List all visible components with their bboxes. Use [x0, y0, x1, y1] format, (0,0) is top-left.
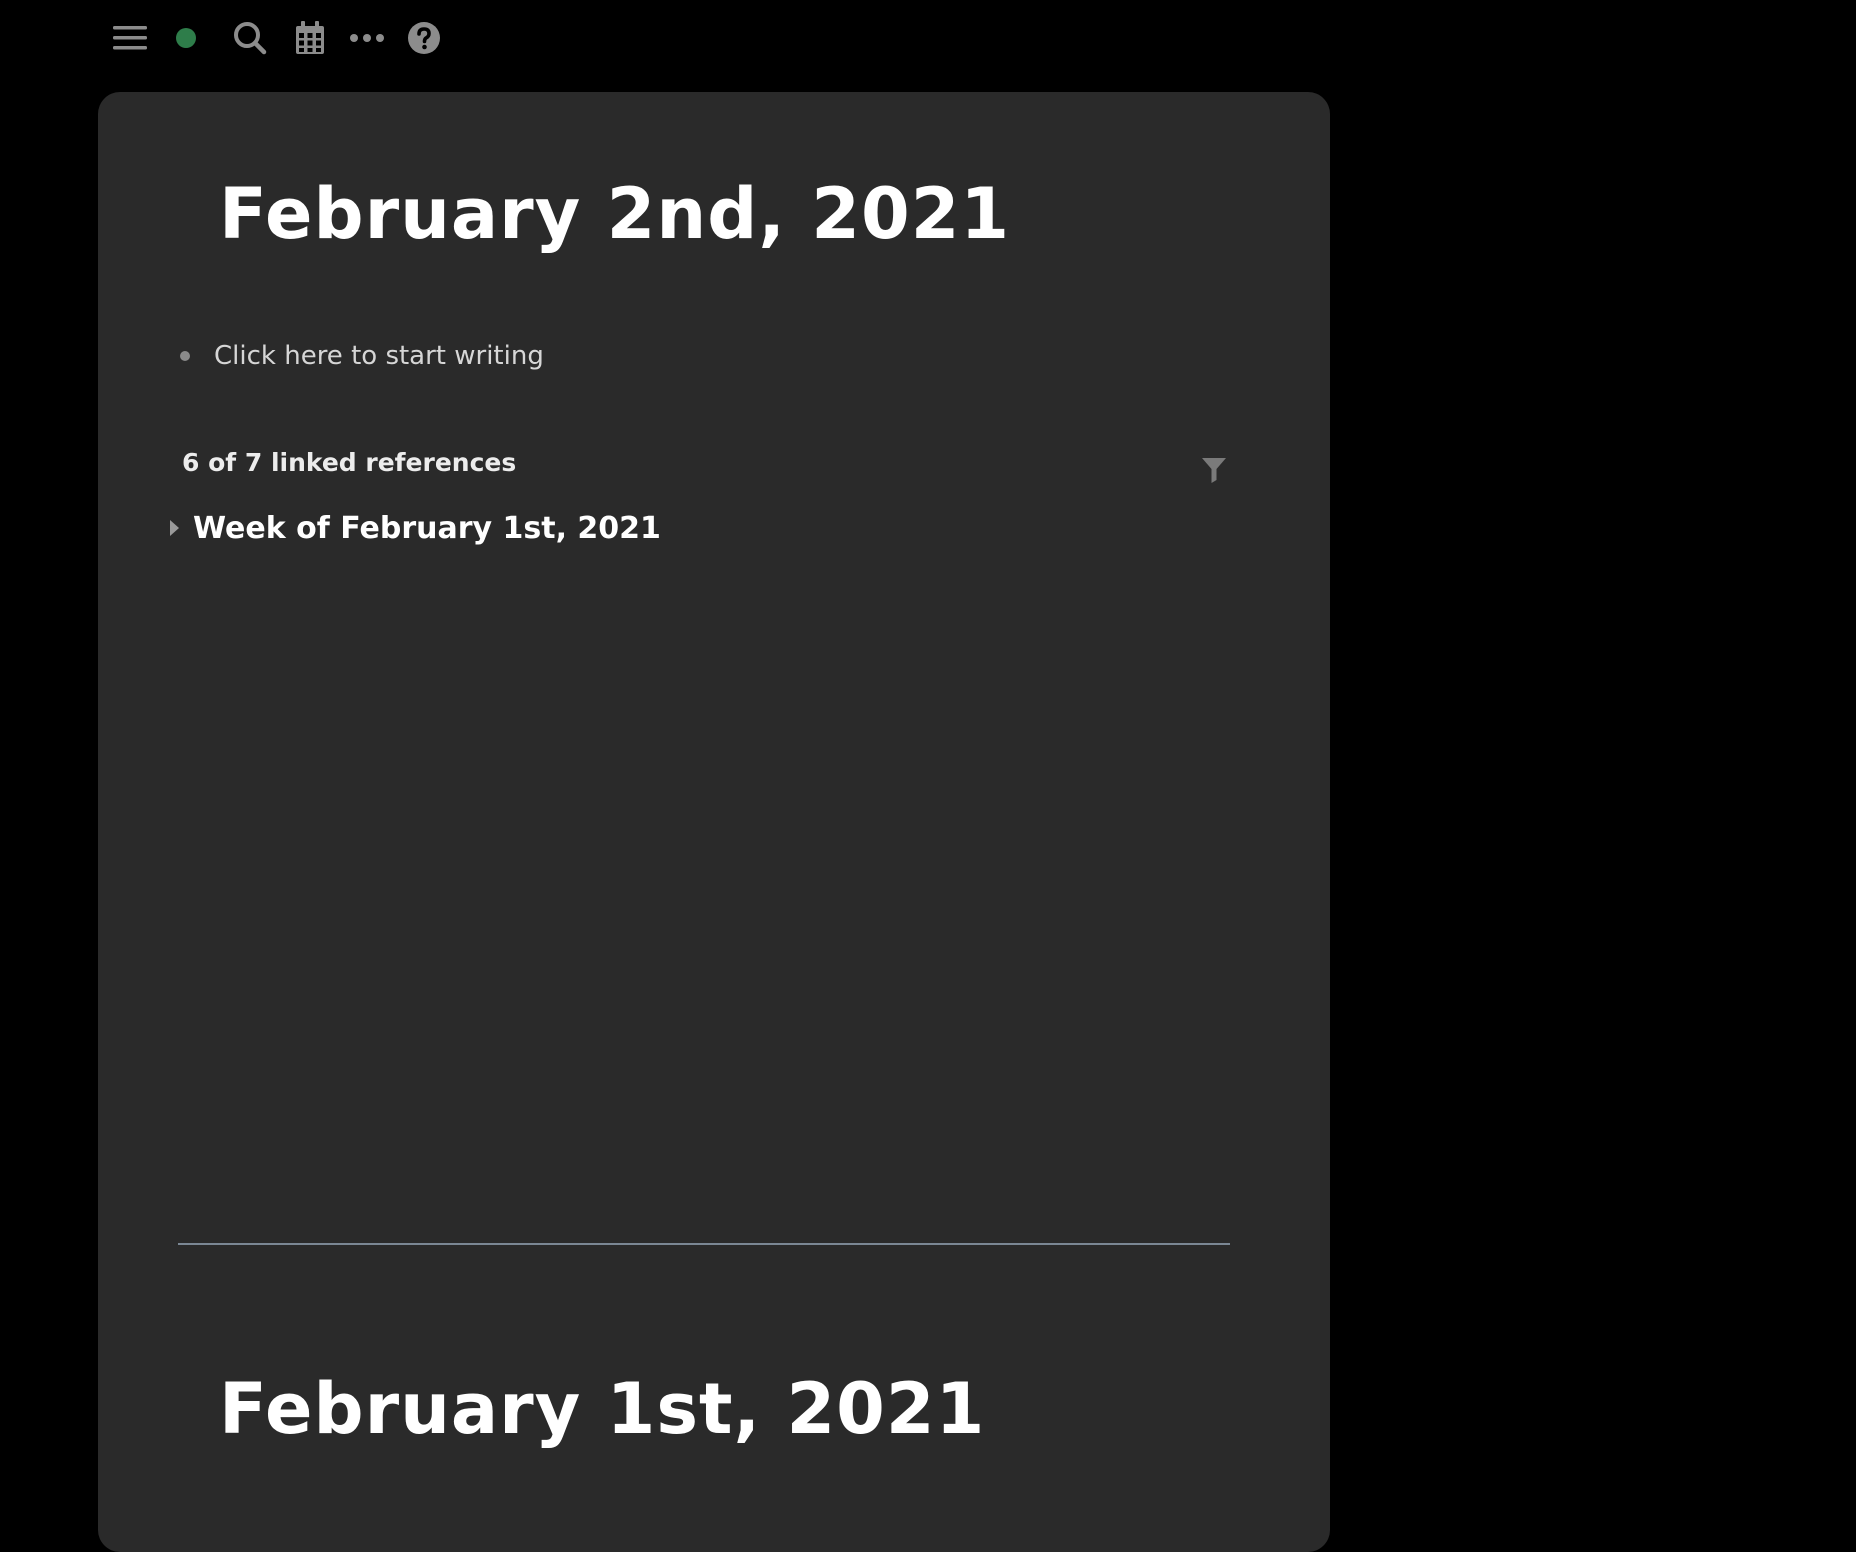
more-options-button[interactable] — [346, 22, 388, 54]
page-divider — [178, 1243, 1230, 1245]
empty-block[interactable]: Click here to start writing — [180, 330, 544, 382]
help-icon — [408, 22, 440, 54]
bullet-icon[interactable] — [180, 351, 190, 361]
search-icon — [234, 22, 267, 55]
sync-status-icon — [176, 28, 196, 48]
references-filter-button[interactable] — [1198, 454, 1230, 486]
page-title[interactable]: February 2nd, 2021 — [219, 172, 1010, 256]
hamburger-menu-icon — [113, 26, 147, 50]
expand-caret-icon[interactable] — [170, 520, 179, 536]
help-button[interactable] — [402, 16, 446, 60]
calendar-icon — [296, 21, 324, 54]
filter-icon — [1202, 458, 1226, 483]
top-toolbar — [0, 0, 1856, 76]
page-title[interactable]: February 1st, 2021 — [219, 1367, 985, 1451]
more-icon — [350, 34, 384, 42]
sync-status-indicator — [172, 24, 200, 52]
start-writing-placeholder[interactable]: Click here to start writing — [214, 341, 544, 371]
daily-notes-panel: February 2nd, 2021 Click here to start w… — [98, 92, 1330, 1552]
reference-group: Week of February 1st, 2021 — [170, 506, 661, 550]
daily-notes-calendar-button[interactable] — [290, 16, 330, 60]
linked-references-header: 6 of 7 linked references — [182, 448, 517, 477]
hamburger-menu-button[interactable] — [108, 18, 152, 58]
search-button[interactable] — [228, 16, 272, 60]
reference-page-link[interactable]: Week of February 1st, 2021 — [193, 511, 661, 546]
